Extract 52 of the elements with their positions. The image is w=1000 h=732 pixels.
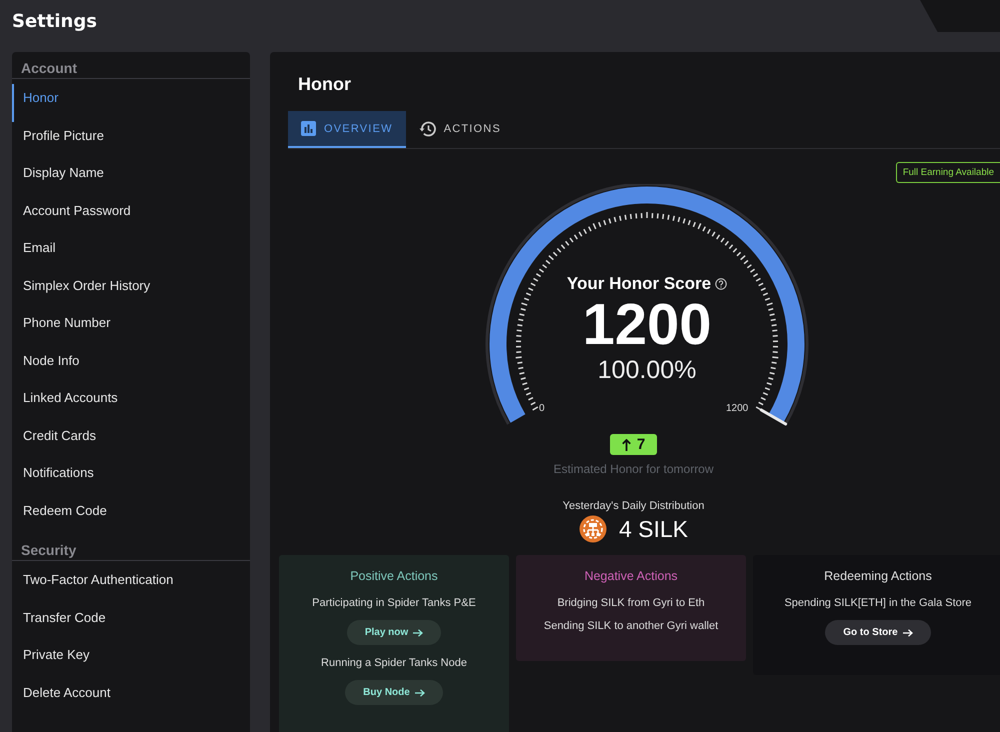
sidebar-item[interactable]: Phone Number — [12, 309, 250, 346]
distribution-label: Yesterday's Daily Distribution — [562, 500, 704, 512]
action-text: Sending SILK to another Gyri wallet — [544, 620, 718, 632]
sidebar-item[interactable]: Credit Cards — [12, 422, 250, 459]
action-button[interactable]: Buy Node — [345, 680, 443, 705]
action-button[interactable]: Go to Store — [825, 620, 931, 645]
sidebar-item[interactable]: Email — [12, 234, 250, 272]
help-icon — [715, 278, 728, 290]
sidebar-item[interactable]: Notifications — [12, 459, 250, 496]
action-text: Running a Spider Tanks Node — [321, 657, 467, 669]
action-text: Participating in Spider Tanks P&E — [312, 597, 476, 609]
tab[interactable]: ACTIONS — [406, 111, 514, 148]
sidebar-item[interactable]: Account Password — [12, 196, 250, 234]
gauge-needle — [760, 408, 788, 426]
sidebar-item[interactable]: Node Info — [12, 346, 250, 384]
honor-score: 1200 — [582, 294, 712, 356]
sidebar-item[interactable]: Two-Factor Authentication — [12, 566, 250, 604]
distribution-amount: 4 SILK — [618, 516, 688, 542]
section-heading: Account — [12, 52, 250, 79]
gauge-max-label: 1200 — [726, 403, 748, 414]
arrow-right-icon — [413, 628, 424, 636]
page-title: Settings — [12, 10, 97, 32]
action-button[interactable]: Play now — [346, 620, 442, 645]
history-icon — [418, 120, 436, 136]
sidebar-item[interactable]: Simplex Order History — [12, 272, 250, 309]
sidebar-item[interactable]: Transfer Code — [12, 604, 250, 641]
score-percent: 100.00% — [598, 356, 696, 385]
card-title: Negative Actions — [584, 569, 678, 583]
arrow-right-icon — [902, 628, 913, 636]
bar-chart-icon — [301, 121, 316, 136]
sidebar-item[interactable]: Delete Account — [12, 678, 250, 716]
sidebar-item[interactable]: Linked Accounts — [12, 384, 250, 422]
status-badge: Full Earning Available — [896, 162, 1000, 183]
arrow-right-icon — [414, 688, 425, 696]
sidebar-item[interactable]: Redeem Code — [12, 496, 250, 534]
sidebar-item[interactable]: Honor — [12, 84, 250, 122]
estimate-label: Estimated Honor for tomorrow — [553, 462, 714, 476]
arrow-up-icon — [622, 438, 631, 450]
action-text: Spending SILK[ETH] in the Gala Store — [784, 597, 972, 609]
card-title: Positive Actions — [350, 569, 438, 583]
gauge-min-label: 0 — [539, 403, 545, 414]
sidebar-item[interactable]: Display Name — [12, 159, 250, 196]
tab[interactable]: OVERVIEW — [288, 111, 406, 148]
section-heading: Security — [12, 534, 250, 561]
sidebar-item[interactable]: Profile Picture — [12, 122, 250, 159]
estimate-badge: 7 — [610, 434, 658, 455]
gauge-title: Your Honor Score — [566, 274, 712, 294]
card-title: Redeeming Actions — [824, 569, 932, 583]
panel-title: Honor — [297, 73, 352, 96]
sidebar-item[interactable]: Private Key — [12, 641, 250, 678]
action-text: Bridging SILK from Gyri to Eth — [557, 597, 705, 609]
token-icon — [578, 515, 607, 543]
